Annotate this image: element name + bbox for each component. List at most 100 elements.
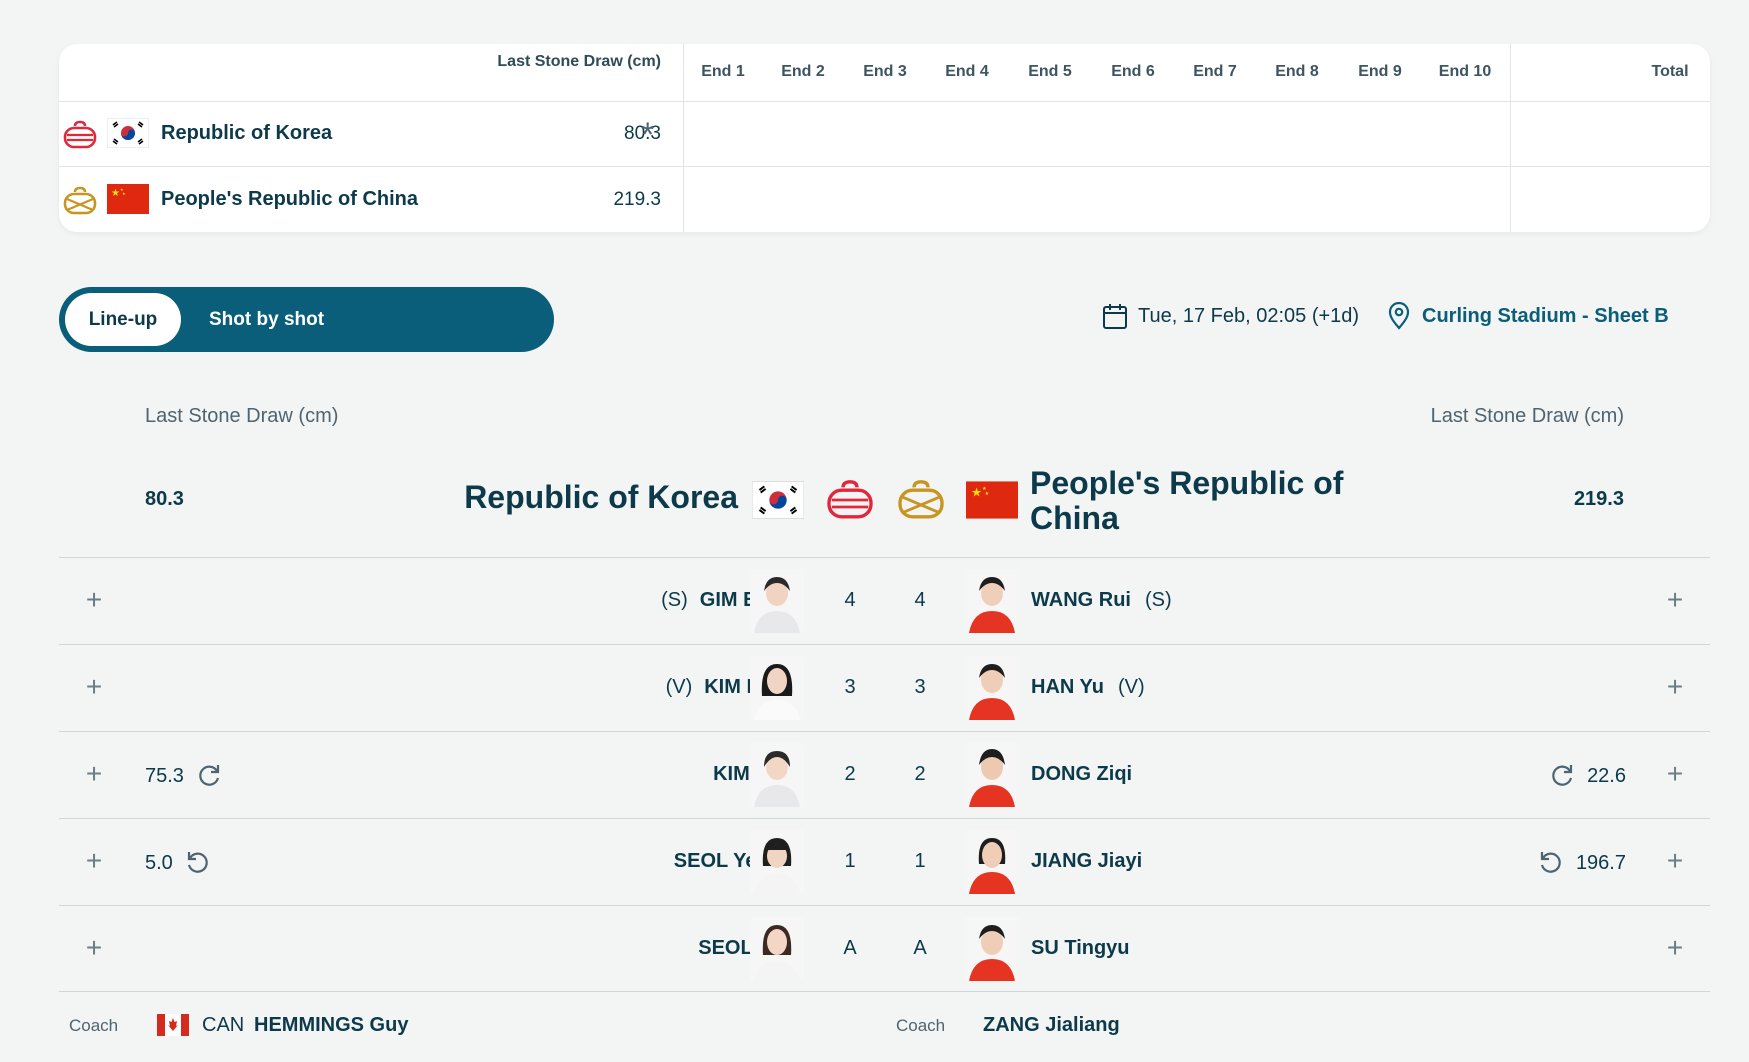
expand-left-button[interactable]: + <box>81 847 107 875</box>
player-name: WANG Rui <box>1031 589 1131 611</box>
player-photo <box>965 830 1019 894</box>
lsd-label-left: Last Stone Draw (cm) <box>145 405 339 427</box>
stat-value: 22.6 <box>1587 764 1626 787</box>
expand-left-button[interactable]: + <box>81 760 107 788</box>
svg-text:★: ★ <box>971 485 982 499</box>
position-left: 4 <box>844 589 856 611</box>
coach-noc: CAN <box>202 1014 245 1036</box>
player-photo <box>965 656 1019 720</box>
venue-text[interactable]: Curling Stadium - Sheet B <box>1422 305 1669 328</box>
player-photo <box>965 743 1019 807</box>
expand-left-button[interactable]: + <box>81 934 107 962</box>
position-left: 1 <box>844 850 856 872</box>
position-right: A <box>913 937 927 959</box>
lineup-row: + (V) KIM Minji 3 3 HAN Yu (V) + <box>59 644 1710 731</box>
team-left-name: Republic of Korea <box>464 479 738 515</box>
player-photo <box>965 917 1019 981</box>
korea-flag-icon <box>752 481 804 519</box>
coach-left-name[interactable]: HEMMINGS Guy <box>254 1014 408 1037</box>
clockwise-rotation-icon <box>199 765 220 786</box>
player-right[interactable]: WANG Rui (S) <box>1031 589 1172 612</box>
end-1-header: End 1 <box>701 63 745 80</box>
stat-right: 22.6 <box>1549 763 1626 789</box>
lineup-row: + 75.3 KIM Suji 2 2 DONG Ziqi 22.6 + <box>59 731 1710 818</box>
player-photo <box>750 569 804 633</box>
coach-right-name[interactable]: ZANG Jialiang <box>983 1014 1120 1037</box>
player-name: DONG Ziqi <box>1031 763 1133 785</box>
position-right: 4 <box>914 589 926 611</box>
stat-left: 75.3 <box>145 763 222 789</box>
position-left: 2 <box>844 763 856 785</box>
stat-right: 196.7 <box>1538 850 1626 876</box>
position-right: 3 <box>914 676 926 698</box>
end-4-header: End 4 <box>945 63 989 80</box>
stat-left: 5.0 <box>145 850 211 876</box>
role-badge: (S) <box>1145 589 1172 611</box>
lsd-left: 80.3 <box>145 488 184 510</box>
end-3-header: End 3 <box>863 63 907 80</box>
scoreboard-row-china: ★ ★ ★ People's Republic of China 219.3 <box>59 168 1710 232</box>
role-badge: (V) <box>665 676 693 698</box>
player-name: JIANG Jiayi <box>1031 850 1143 872</box>
player-name: SU Tingyu <box>1031 937 1130 959</box>
expand-right-button[interactable]: + <box>1662 934 1688 962</box>
expand-right-button[interactable]: + <box>1662 847 1688 875</box>
position-right: 1 <box>914 850 926 872</box>
team-name: Republic of Korea <box>161 122 333 144</box>
red-stone-icon <box>63 120 97 149</box>
lsd-right: 219.3 <box>1573 488 1624 510</box>
end-6-header: End 6 <box>1111 63 1155 80</box>
player-photo <box>750 917 804 981</box>
expand-left-button[interactable]: + <box>81 673 107 701</box>
total-header: Total <box>1651 63 1689 80</box>
end-7-header: End 7 <box>1193 63 1237 80</box>
calendar-icon <box>1103 304 1127 329</box>
stat-value: 5.0 <box>145 851 173 874</box>
position-left: A <box>843 937 857 959</box>
team-name: People's Republic of China <box>161 188 419 210</box>
stat-value: 196.7 <box>1575 851 1626 874</box>
lsd-column-header: Last Stone Draw (cm) <box>497 53 661 70</box>
date-text: Tue, 17 Feb, 02:05 (+1d) <box>1138 304 1360 327</box>
expand-right-button[interactable]: + <box>1662 586 1688 614</box>
tab-line-up[interactable]: Line-up <box>65 293 181 346</box>
counterclockwise-rotation-icon <box>1540 852 1561 873</box>
svg-text:★: ★ <box>122 191 126 196</box>
lsd-label-right: Last Stone Draw (cm) <box>1430 405 1624 427</box>
expand-right-button[interactable]: + <box>1662 673 1688 701</box>
player-photo <box>965 569 1019 633</box>
venue-link[interactable]: Curling Stadium - Sheet B <box>1388 300 1669 332</box>
lineup-row: + (S) GIM Eunji 4 4 WANG Rui (S) + <box>59 557 1710 644</box>
expand-left-button[interactable]: + <box>81 586 107 614</box>
player-photo <box>750 830 804 894</box>
end-5-header: End 5 <box>1028 63 1072 80</box>
canada-flag-icon <box>157 1014 189 1036</box>
player-photo <box>750 656 804 720</box>
position-left: 3 <box>844 676 856 698</box>
player-right[interactable]: JIANG Jiayi <box>1031 850 1142 873</box>
china-flag-icon: ★ ★ ★ <box>107 184 149 214</box>
player-right[interactable]: HAN Yu (V) <box>1031 676 1145 699</box>
tab-shot-by-shot[interactable]: Shot by shot <box>209 287 324 352</box>
yellow-stone-icon <box>63 186 97 215</box>
location-pin-icon <box>1388 302 1410 330</box>
position-right: 2 <box>914 763 926 785</box>
end-2-header: End 2 <box>781 63 825 80</box>
player-right[interactable]: SU Tingyu <box>1031 937 1130 960</box>
role-badge: (S) <box>661 589 688 611</box>
svg-text:★: ★ <box>985 491 990 497</box>
team-right-name: People's Republic of China <box>1030 465 1344 536</box>
yellow-stone-icon <box>898 480 944 519</box>
expand-right-button[interactable]: + <box>1662 760 1688 788</box>
player-name: HAN Yu <box>1031 676 1104 698</box>
coach-label-right: Coach <box>896 1016 946 1035</box>
stat-value: 75.3 <box>145 764 184 787</box>
player-photo <box>750 743 804 807</box>
scoreboard-header: Last Stone Draw (cm) End 1 End 2 End 3 E… <box>59 44 1710 102</box>
player-right[interactable]: DONG Ziqi <box>1031 763 1132 786</box>
scoreboard-row-korea: Republic of Korea 80.3 * <box>59 102 1710 167</box>
end-10-header: End 10 <box>1438 63 1492 80</box>
role-badge: (V) <box>1117 676 1145 698</box>
view-toggle: Line-up Shot by shot <box>59 287 554 352</box>
china-flag-icon: ★ ★ ★ <box>966 481 1018 519</box>
